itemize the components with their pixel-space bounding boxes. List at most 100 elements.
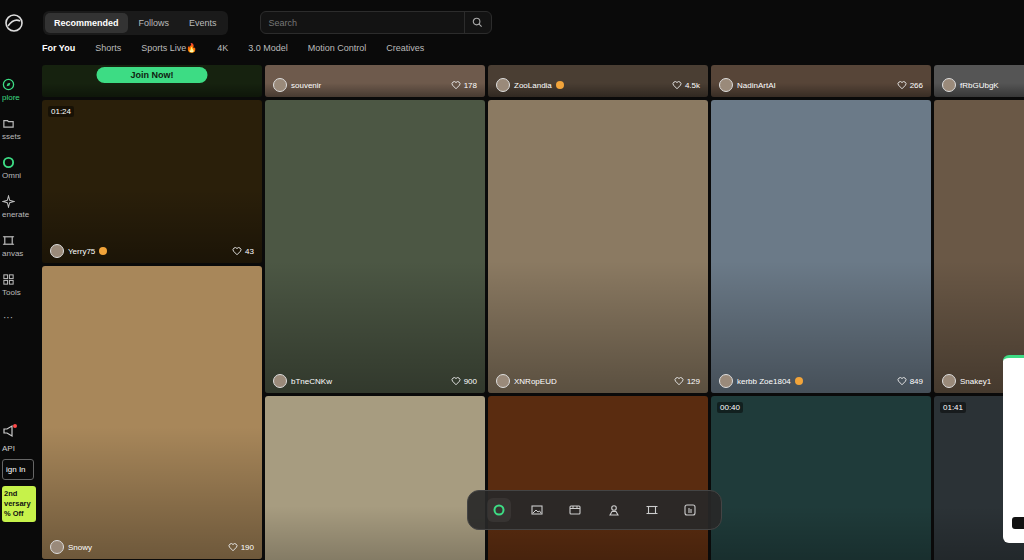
feed-card[interactable]: Snowy 190: [42, 266, 262, 559]
sidebar-item[interactable]: enerate: [0, 195, 42, 220]
motion-icon: [683, 503, 697, 517]
like-number: 849: [910, 377, 923, 386]
like-number: 43: [245, 247, 254, 256]
feed-tab[interactable]: Recommended: [45, 13, 128, 33]
api-link[interactable]: API: [2, 444, 42, 453]
compass-icon: [2, 78, 15, 91]
popup-handle[interactable]: [1012, 517, 1024, 529]
sidebar-label: plore: [2, 93, 20, 103]
card-author[interactable]: Yerry75: [50, 244, 107, 258]
username: NadinArtAI: [737, 81, 776, 90]
like-count[interactable]: 266: [897, 80, 923, 90]
category-tab[interactable]: Sports Live🔥: [141, 43, 197, 53]
heart-icon: [897, 80, 907, 90]
sidebar-item[interactable]: Tools: [0, 273, 42, 298]
card-author[interactable]: Snowy: [50, 540, 92, 554]
card-author[interactable]: ZooLandia: [496, 78, 564, 92]
side-popup[interactable]: [1003, 355, 1024, 543]
username: bTneCNKw: [291, 377, 332, 386]
card-footer: NadinArtAI 266: [711, 78, 931, 97]
sidebar-item[interactable]: plore: [0, 78, 42, 103]
category-tab[interactable]: Motion Control: [308, 43, 367, 53]
toolbar-button[interactable]: [525, 498, 549, 522]
promo-text: 2nd: [4, 489, 34, 499]
duration-badge: 01:41: [940, 402, 966, 413]
toolbar-button[interactable]: [678, 498, 702, 522]
join-button[interactable]: Join Now!: [97, 67, 208, 83]
feed-tab[interactable]: Events: [180, 13, 226, 33]
announcement-button[interactable]: [2, 424, 16, 438]
category-tab[interactable]: Shorts: [95, 43, 121, 53]
like-number: 4.5k: [685, 81, 700, 90]
sidebar-label: Tools: [2, 288, 21, 298]
username: XNRopEUD: [514, 377, 557, 386]
toolbar-button[interactable]: [563, 498, 587, 522]
like-number: 190: [241, 543, 254, 552]
sidebar-bottom: API ign In 2ndversary% Off: [0, 424, 42, 522]
feed-card[interactable]: [265, 396, 485, 560]
promo-badge[interactable]: 2ndversary% Off: [2, 486, 36, 522]
feed-card[interactable]: Join Now!: [42, 65, 262, 97]
duration-badge: 00:40: [717, 402, 743, 413]
feed-card[interactable]: 00:40: [711, 396, 931, 560]
sidebar-item[interactable]: Omni: [0, 156, 42, 181]
toolbar-button[interactable]: [602, 498, 626, 522]
card-author[interactable]: kerbb Zoe1804: [719, 374, 803, 388]
feed-column: souvenir 178 bTneCNKw 900: [265, 65, 485, 560]
feed-card[interactable]: bTneCNKw 900: [265, 100, 485, 393]
feed-card[interactable]: Snakey1: [934, 100, 1024, 393]
toolbar-button[interactable]: [640, 498, 664, 522]
like-count[interactable]: 4.5k: [672, 80, 700, 90]
sidebar-label: ssets: [2, 132, 21, 142]
like-count[interactable]: 190: [228, 542, 254, 552]
feed-card[interactable]: 01:24Yerry7543: [42, 100, 262, 263]
like-count[interactable]: 43: [232, 246, 254, 256]
card-author[interactable]: Snakey1: [942, 374, 991, 388]
search-field[interactable]: Search: [260, 11, 492, 34]
search-placeholder: Search: [269, 18, 464, 28]
card-author[interactable]: fRbGUbgK: [942, 78, 999, 92]
card-footer: souvenir 178: [265, 78, 485, 97]
sidebar-item[interactable]: anvas: [0, 234, 42, 259]
feed-column: NadinArtAI 266 kerbb Zoe1804 849 00:40: [711, 65, 931, 560]
like-count[interactable]: 900: [451, 376, 477, 386]
feed-card[interactable]: [488, 396, 708, 560]
search-button[interactable]: [464, 12, 491, 33]
feed-card[interactable]: ZooLandia 4.5k: [488, 65, 708, 97]
feed-card[interactable]: NadinArtAI 266: [711, 65, 931, 97]
card-author[interactable]: XNRopEUD: [496, 374, 557, 388]
avatar: [496, 78, 510, 92]
sign-in-button[interactable]: ign In: [2, 459, 34, 480]
like-count[interactable]: 178: [451, 80, 477, 90]
card-author[interactable]: souvenir: [273, 78, 321, 92]
heart-icon: [232, 246, 242, 256]
logo[interactable]: [0, 10, 42, 36]
like-count[interactable]: 849: [897, 376, 923, 386]
feed-card[interactable]: souvenir 178: [265, 65, 485, 97]
category-tab[interactable]: For You: [42, 43, 75, 53]
category-tab[interactable]: 3.0 Model: [248, 43, 288, 53]
avatar: [273, 374, 287, 388]
feed-card[interactable]: kerbb Zoe1804 849: [711, 100, 931, 393]
verified-icon: [556, 81, 564, 89]
toolbar-button[interactable]: [487, 498, 511, 522]
card-author[interactable]: NadinArtAI: [719, 78, 776, 92]
avatar: [719, 78, 733, 92]
card-footer: Yerry75 43: [42, 244, 262, 263]
like-number: 266: [910, 81, 923, 90]
feed-card[interactable]: fRbGUbgK: [934, 65, 1024, 97]
category-tab[interactable]: Creatives: [386, 43, 424, 53]
more-button[interactable]: ···: [0, 312, 42, 323]
card-footer: ZooLandia 4.5k: [488, 78, 708, 97]
sidebar-item[interactable]: ssets: [0, 117, 42, 142]
feed-tab[interactable]: Follows: [130, 13, 179, 33]
username: Yerry75: [68, 247, 95, 256]
category-tab[interactable]: 4K: [217, 43, 228, 53]
feed-card[interactable]: XNRopEUD 129: [488, 100, 708, 393]
avatar-icon: [607, 503, 621, 517]
like-count[interactable]: 129: [674, 376, 700, 386]
floating-toolbar: [467, 490, 722, 530]
heart-icon: [451, 376, 461, 386]
card-author[interactable]: bTneCNKw: [273, 374, 332, 388]
sidebar: plore ssets Omni enerate anvas Tools ··· API ign…: [0, 0, 42, 560]
